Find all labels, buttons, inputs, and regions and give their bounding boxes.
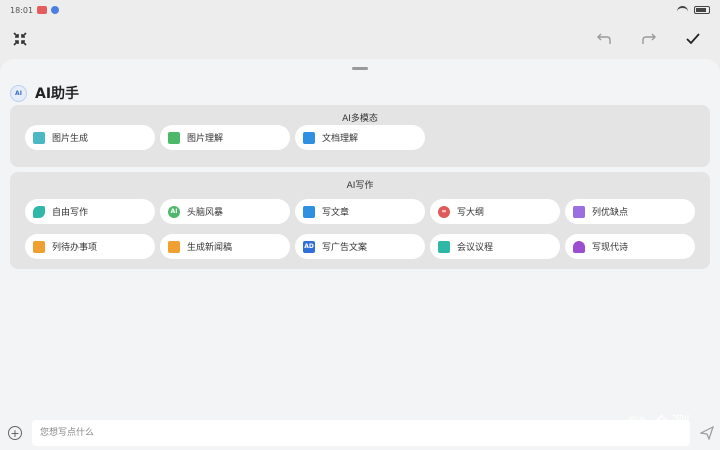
chip-label: 列优缺点: [592, 208, 629, 218]
news-icon: [168, 240, 180, 253]
battery-icon: [694, 6, 710, 14]
chip-write-article[interactable]: 写文章: [295, 199, 425, 224]
status-bar: 18:01: [0, 0, 720, 20]
status-right: [677, 6, 710, 14]
watermark-big-text: 众测: [652, 412, 691, 435]
chip-meeting-agenda[interactable]: 会议议程: [430, 234, 560, 259]
chip-label: 写广告文案: [322, 243, 368, 253]
redo-icon[interactable]: [634, 24, 664, 54]
document-understand-icon: [303, 131, 315, 144]
ai-assistant-logo-icon: AI: [10, 84, 27, 102]
watermark: 新浪 众测: [628, 400, 716, 444]
chip-ad-copy[interactable]: AD 写广告文案: [295, 234, 425, 259]
ai-assistant-sheet: AI AI助手 AI多模态 图片生成 图片理解 文档理解 AI写作 自由写作 A…: [0, 59, 720, 450]
notification-app-icon: [37, 6, 48, 14]
section-title: AI写作: [346, 181, 374, 191]
chip-pros-cons[interactable]: 列优缺点: [565, 199, 695, 224]
image-understand-icon: [168, 131, 180, 144]
undo-icon[interactable]: [589, 24, 619, 54]
image-generate-icon: [33, 131, 45, 144]
chip-free-writing[interactable]: 自由写作: [25, 199, 155, 224]
status-left: 18:01: [10, 5, 60, 15]
top-toolbar: [0, 24, 720, 54]
collapse-icon[interactable]: [5, 24, 35, 54]
section-multimodal: AI多模态 图片生成 图片理解 文档理解: [10, 105, 710, 167]
article-icon: [303, 205, 315, 218]
meeting-icon: [438, 240, 450, 253]
notification-app-icon-2: [51, 6, 60, 14]
chip-label: 文档理解: [322, 134, 359, 144]
sheet-title: AI助手: [35, 86, 80, 102]
chip-image-generate[interactable]: 图片生成: [25, 125, 155, 150]
chip-label: 写大纲: [457, 208, 485, 218]
chip-press-release[interactable]: 生成新闻稿: [160, 234, 290, 259]
chip-image-understand[interactable]: 图片理解: [160, 125, 290, 150]
brainstorm-icon: AI: [168, 205, 180, 218]
chip-label: 生成新闻稿: [187, 243, 233, 253]
chip-label: 头脑风暴: [187, 208, 224, 218]
chip-modern-poem[interactable]: 写现代诗: [565, 234, 695, 259]
chip-document-understand[interactable]: 文档理解: [295, 125, 425, 150]
section-title: AI多模态: [342, 114, 378, 124]
chip-label: 写文章: [322, 208, 350, 218]
watermark-small-text: 新浪: [628, 417, 646, 427]
todo-icon: [33, 240, 45, 253]
add-attachment-icon[interactable]: +: [8, 426, 22, 440]
chip-label: 写现代诗: [592, 243, 629, 253]
chip-label: 列待办事项: [52, 243, 98, 253]
chip-label: 会议议程: [457, 243, 494, 253]
watermark-small: 新浪: [628, 417, 647, 427]
wifi-icon: [677, 6, 688, 14]
ad-icon: AD: [303, 240, 315, 253]
section-writing: AI写作 自由写作 AI 头脑风暴 写文章 = 写大纲 列优缺点 列待办事项 生…: [10, 172, 710, 269]
chip-label: 图片生成: [52, 134, 89, 144]
chip-label: 自由写作: [52, 208, 89, 218]
pros-cons-icon: [573, 205, 585, 218]
chip-brainstorm[interactable]: AI 头脑风暴: [160, 199, 290, 224]
composer-bar: +: [0, 420, 720, 446]
chip-write-outline[interactable]: = 写大纲: [430, 199, 560, 224]
prompt-input[interactable]: [32, 420, 690, 446]
outline-icon: =: [438, 205, 450, 218]
status-time: 18:01: [10, 5, 34, 15]
sheet-drag-handle[interactable]: [352, 67, 368, 70]
feather-icon: [33, 205, 45, 218]
poem-icon: [573, 240, 585, 253]
sheet-header: AI AI助手: [10, 83, 79, 103]
chip-todo-list[interactable]: 列待办事项: [25, 234, 155, 259]
confirm-check-icon[interactable]: [678, 24, 708, 54]
chip-label: 图片理解: [187, 134, 224, 144]
